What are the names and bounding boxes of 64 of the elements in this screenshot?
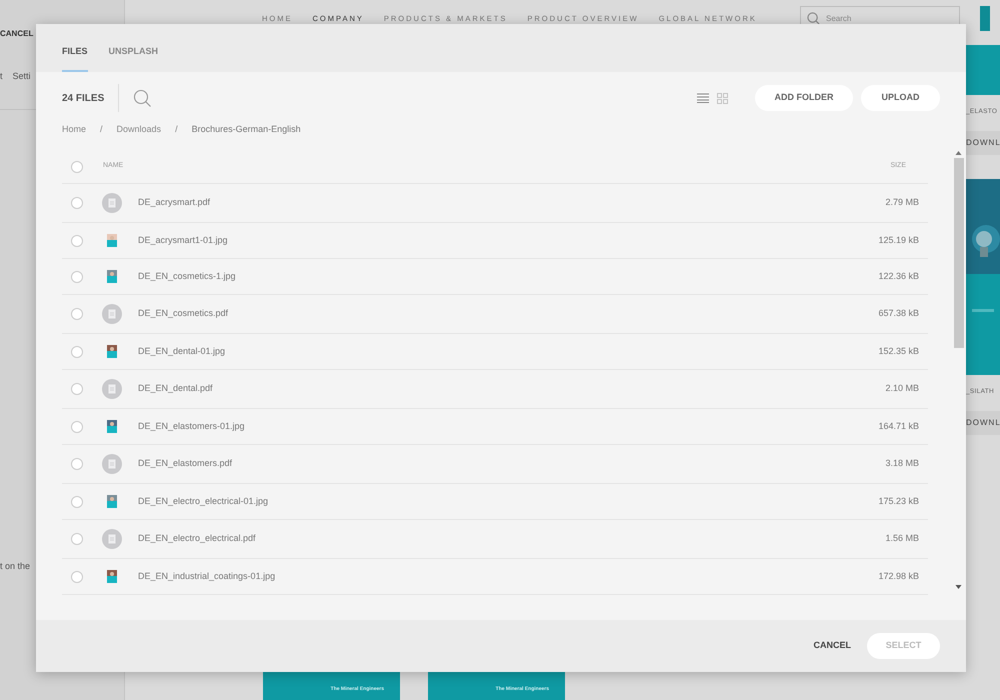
row-radio[interactable] — [71, 533, 83, 545]
tab[interactable]: Setti — [12, 70, 31, 84]
document-icon — [102, 529, 122, 549]
breadcrumb-separator: / — [100, 123, 103, 136]
file-size: 164.71 kB — [878, 420, 919, 433]
breadcrumb-current: Brochures-German-English — [192, 123, 301, 136]
tab[interactable]: FILES — [62, 44, 88, 72]
file-size: 172.98 kB — [878, 570, 919, 583]
grid-view-icon[interactable] — [717, 92, 728, 104]
tab[interactable]: t — [0, 70, 3, 84]
file-name[interactable]: DE_EN_elastomers.pdf — [138, 457, 886, 471]
scroll-down-icon[interactable] — [955, 584, 962, 590]
file-name[interactable]: DE_EN_electro_electrical-01.jpg — [138, 494, 878, 508]
row-radio[interactable] — [71, 308, 83, 320]
breadcrumb-link[interactable]: Home — [62, 123, 86, 137]
tab[interactable]: UNSPLASH — [108, 44, 158, 72]
add-folder-button[interactable]: ADD FOLDER — [755, 85, 853, 111]
cancel-button[interactable]: CANCEL — [814, 639, 851, 653]
breadcrumb-link[interactable]: Downloads — [116, 123, 162, 137]
row-radio[interactable] — [71, 346, 83, 358]
search-icon[interactable] — [133, 88, 152, 108]
scrollbar[interactable] — [953, 150, 964, 590]
document-icon — [102, 454, 122, 474]
search-input[interactable]: Search — [826, 12, 946, 24]
file-size: 2.10 MB — [885, 382, 919, 396]
row-radio[interactable] — [71, 420, 83, 432]
file-name[interactable]: DE_EN_cosmetics.pdf — [138, 307, 878, 321]
help-text: t on the — [0, 560, 30, 573]
file-name[interactable]: DE_EN_elastomers-01.jpg — [138, 420, 878, 434]
file-size: 125.19 kB — [878, 234, 919, 247]
row-radio[interactable] — [71, 458, 83, 470]
file-name[interactable]: DE_EN_dental.pdf — [138, 382, 886, 396]
breadcrumb-separator: / — [175, 123, 178, 136]
file-count: 24 FILES — [62, 92, 106, 106]
list-view-icon[interactable] — [697, 93, 709, 103]
file-name[interactable]: DE_EN_electro_electrical.pdf — [138, 532, 886, 546]
document-icon — [102, 379, 122, 399]
row-radio[interactable] — [71, 570, 83, 582]
document-icon — [102, 304, 122, 324]
scroll-up-icon[interactable] — [955, 150, 962, 156]
file-size: 175.23 kB — [878, 494, 919, 508]
file-size: 122.36 kB — [878, 270, 919, 283]
row-radio[interactable] — [71, 496, 83, 508]
file-size: 152.35 kB — [878, 344, 919, 358]
file-size: 1.56 MB — [885, 532, 919, 546]
header-button[interactable] — [980, 6, 990, 31]
document-icon — [102, 193, 122, 213]
file-name[interactable]: DE_EN_dental-01.jpg — [138, 344, 878, 358]
select-all-radio[interactable] — [71, 160, 83, 172]
file-name[interactable]: DE_EN_industrial_coatings-01.jpg — [138, 570, 878, 584]
file-size: 3.18 MB — [885, 457, 919, 470]
cancel-link[interactable]: CANCEL — [0, 28, 34, 40]
row-radio[interactable] — [71, 270, 83, 282]
row-radio[interactable] — [71, 383, 83, 395]
row-radio[interactable] — [71, 197, 83, 209]
upload-button[interactable]: UPLOAD — [861, 85, 940, 111]
file-name[interactable]: DE_EN_cosmetics-1.jpg — [138, 270, 878, 284]
file-name[interactable]: DE_acrysmart.pdf — [138, 196, 886, 210]
file-card — [966, 45, 1000, 95]
search-icon — [807, 12, 820, 25]
row-radio[interactable] — [71, 234, 83, 246]
file-size: 657.38 kB — [878, 307, 919, 320]
file-name[interactable]: DE_acrysmart1-01.jpg — [138, 234, 878, 248]
file-size: 2.79 MB — [885, 196, 919, 210]
